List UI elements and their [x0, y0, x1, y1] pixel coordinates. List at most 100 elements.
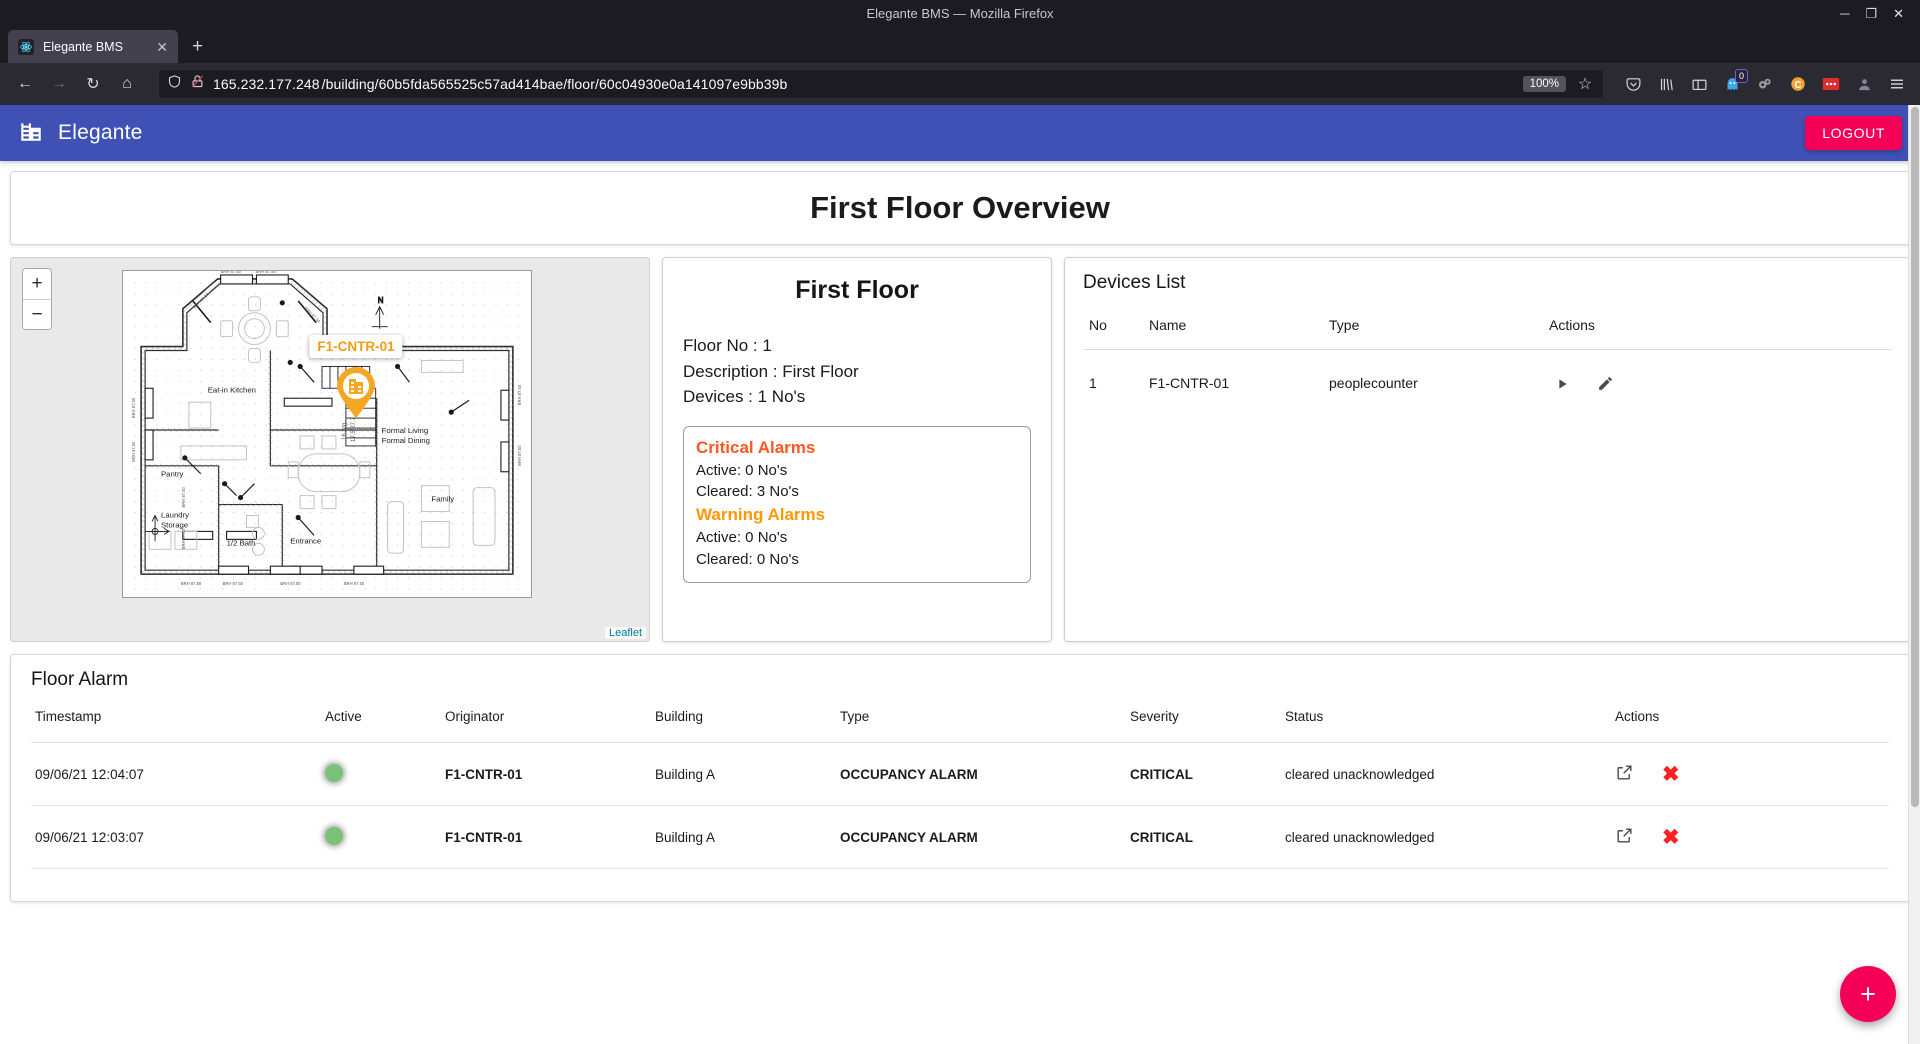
svg-text:BRH 87.50: BRH 87.50: [517, 384, 522, 405]
alarm-col-actions: Actions: [1611, 703, 1889, 743]
alarm-severity: CRITICAL: [1126, 742, 1281, 806]
alarm-summary-box: Critical Alarms Active: 0 No's Cleared: …: [683, 425, 1031, 583]
active-green-dot: [325, 826, 343, 845]
edit-pencil-icon[interactable]: [1593, 370, 1619, 396]
play-icon[interactable]: [1549, 371, 1575, 397]
leaflet-attribution[interactable]: Leaflet: [604, 627, 646, 639]
forward-button[interactable]: →: [44, 69, 74, 99]
critical-alarms-active: Active: 0 No's: [696, 462, 788, 480]
add-button-fab[interactable]: +: [1840, 966, 1896, 1022]
url-bar[interactable]: 165.232.177.248 /building/60b5fda565525c…: [158, 69, 1604, 99]
warning-alarms-cleared: Cleared: 0 No's: [696, 550, 799, 568]
shield-icon[interactable]: [167, 74, 182, 94]
brand[interactable]: Elegante: [18, 118, 143, 149]
svg-text:BRH 87.50: BRH 87.50: [344, 581, 365, 586]
devices-list-card: Devices List No Name Type Actions 1 F1-C…: [1064, 257, 1910, 642]
critical-alarms-title: Critical Alarms: [696, 437, 816, 457]
svg-text:BRH 87.50: BRH 87.50: [280, 581, 301, 586]
alarm-originator: F1-CNTR-01: [441, 805, 651, 869]
zoom-out-button[interactable]: −: [23, 299, 51, 329]
table-row[interactable]: 09/06/21 12:03:07 F1-CNTR-01 Building A …: [31, 805, 1889, 869]
minimize-button[interactable]: ─: [1840, 7, 1849, 20]
ghostery-icon[interactable]: 0: [1719, 69, 1748, 97]
browser-navbar: ← → ↻ ⌂ 165.232.177.248 /building/60b5fd…: [0, 63, 1920, 105]
library-icon[interactable]: [1653, 71, 1679, 97]
svg-text:BRH 87.50: BRH 87.50: [223, 581, 244, 586]
browser-tab[interactable]: Elegante BMS ✕: [8, 30, 178, 63]
delete-x-icon[interactable]: ✖: [1662, 827, 1680, 848]
floorplan-map[interactable]: + − Eat-in Kitchen Pantry Laundry Storag…: [10, 257, 650, 642]
floor-alarm-table: Timestamp Active Originator Building Typ…: [31, 703, 1889, 869]
warning-alarms-title: Warning Alarms: [696, 504, 826, 524]
alarm-col-status: Status: [1281, 703, 1611, 743]
svg-text:BRH 87.50: BRH 87.50: [131, 397, 136, 418]
home-button[interactable]: ⌂: [112, 69, 142, 99]
open-in-new-icon[interactable]: [1615, 763, 1634, 785]
red-dots-icon[interactable]: [1818, 71, 1844, 97]
extension-toolbar: 0 C: [1616, 69, 1910, 97]
alarm-actions: ✖: [1611, 742, 1889, 806]
close-tab-button[interactable]: ✕: [156, 40, 168, 54]
map-zoom-controls[interactable]: + −: [22, 268, 52, 330]
device-actions: [1543, 350, 1891, 417]
page-content: First Floor Overview + − Eat-in Kitchen …: [0, 161, 1920, 1044]
alarm-col-building: Building: [651, 703, 836, 743]
device-type: peoplecounter: [1329, 375, 1418, 392]
main-row: + − Eat-in Kitchen Pantry Laundry Storag…: [10, 257, 1910, 642]
ghostery-badge: 0: [1734, 69, 1748, 83]
close-window-button[interactable]: ✕: [1893, 7, 1904, 20]
floor-alarm-title: Floor Alarm: [31, 669, 129, 690]
warning-alarms-active: Active: 0 No's: [696, 529, 788, 547]
delete-x-icon[interactable]: ✖: [1662, 764, 1680, 785]
bookmark-star-icon[interactable]: ☆: [1575, 69, 1595, 99]
logout-button[interactable]: LOGOUT: [1805, 116, 1902, 150]
svg-text:Eat-in Kitchen: Eat-in Kitchen: [208, 385, 256, 394]
gears-icon[interactable]: [1752, 71, 1778, 97]
alarm-status: cleared unacknowledged: [1281, 805, 1611, 869]
floor-alarm-card: Floor Alarm Timestamp Active Originator …: [10, 654, 1910, 902]
back-button[interactable]: ←: [10, 69, 40, 99]
map-pin-icon[interactable]: [335, 367, 377, 419]
floor-description: Description : First Floor: [683, 361, 859, 381]
alarm-actions: ✖: [1611, 805, 1889, 869]
zoom-in-button[interactable]: +: [23, 269, 51, 299]
devices-table-header-row: No Name Type Actions: [1083, 308, 1891, 350]
alarm-col-severity: Severity: [1126, 703, 1281, 743]
container-icon[interactable]: [1851, 71, 1877, 97]
app-menu-icon[interactable]: [1884, 71, 1910, 97]
device-marker[interactable]: F1-CNTR-01: [309, 335, 403, 424]
floor-name: First Floor: [795, 276, 919, 304]
svg-text:BRH 87.50: BRH 87.50: [517, 445, 522, 466]
table-row[interactable]: 1 F1-CNTR-01 peoplecounter: [1083, 350, 1891, 417]
page-vertical-scrollbar[interactable]: [1908, 105, 1920, 1044]
floor-info-card: First Floor Floor No : 1 Description : F…: [662, 257, 1052, 642]
svg-text:1/2 Bath: 1/2 Bath: [227, 538, 256, 547]
svg-text:Family: Family: [431, 495, 454, 504]
floorplan-drawing: Eat-in Kitchen Pantry LaundryStorage 1/2…: [123, 271, 531, 597]
window-title: Elegante BMS — Mozilla Firefox: [866, 5, 1054, 21]
devices-col-no: No: [1083, 308, 1143, 350]
open-in-new-icon[interactable]: [1615, 826, 1634, 848]
insecure-lock-icon[interactable]: [190, 74, 205, 94]
maximize-button[interactable]: ❐: [1865, 7, 1877, 20]
c-plus-icon[interactable]: C: [1785, 71, 1811, 97]
devices-col-actions: Actions: [1543, 308, 1891, 350]
app-header: Elegante LOGOUT: [0, 105, 1920, 161]
table-row[interactable]: 09/06/21 12:04:07 F1-CNTR-01 Building A …: [31, 742, 1889, 806]
active-green-dot: [325, 763, 343, 782]
react-logo-icon: [18, 38, 34, 55]
device-name: F1-CNTR-01: [1149, 375, 1230, 392]
devices-list-title: Devices List: [1083, 272, 1186, 293]
tab-title: Elegante BMS: [43, 39, 123, 54]
reload-button[interactable]: ↻: [78, 69, 108, 99]
critical-alarms-cleared: Cleared: 3 No's: [696, 483, 799, 501]
tab-strip: Elegante BMS ✕ +: [0, 26, 1920, 63]
floor-no: Floor No : 1: [683, 336, 772, 355]
new-tab-button[interactable]: +: [192, 36, 203, 58]
sidebar-icon[interactable]: [1686, 71, 1712, 97]
pocket-icon[interactable]: [1620, 71, 1646, 97]
zoom-level-indicator[interactable]: 100%: [1522, 76, 1566, 92]
page-title-card: First Floor Overview: [10, 171, 1910, 245]
svg-text:BRH 87.50: BRH 87.50: [181, 581, 202, 586]
page-title: First Floor Overview: [810, 190, 1110, 225]
